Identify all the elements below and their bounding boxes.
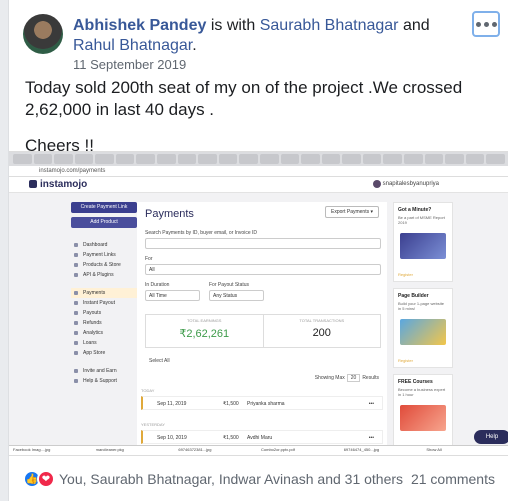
promo-image <box>400 233 446 259</box>
total-earnings-value: ₹2,62,261 <box>179 328 230 340</box>
post-text-line: Today sold 200th seat of my on of the pr… <box>25 78 463 119</box>
transaction-row: Sep 10, 2019 ₹1,500 Avdhi Maru ••• <box>141 430 383 444</box>
payout-status-select: Any Status <box>209 290 264 301</box>
search-label: Search Payments by ID, buyer email, or I… <box>145 230 257 236</box>
promo-card: FREE Courses Become a business expert in… <box>393 374 453 454</box>
for-label: For <box>145 256 153 262</box>
search-field <box>145 238 381 249</box>
instamojo-logo: instamojo <box>29 179 87 190</box>
header-tail: . <box>192 37 197 54</box>
duration-label: In Duration <box>145 282 170 288</box>
total-transactions-value: 200 <box>312 327 331 339</box>
export-payments-button: Export Payments ▾ <box>325 206 379 218</box>
dot-icon <box>475 21 481 27</box>
stats-box: TOTAL EARNINGS ₹2,62,261 TOTAL TRANSACTI… <box>145 314 381 348</box>
post-date[interactable]: 11 September 2019 <box>73 57 186 72</box>
payments-title: Payments <box>145 208 194 220</box>
browser-url-bar: instamojo.com/payments <box>9 166 508 177</box>
reactions-text[interactable]: You, Saurabh Bhatnagar, Indwar Avinash a… <box>59 471 403 487</box>
sidebar-item: Products & Store <box>71 260 137 270</box>
sidebar-item: API & Plugins <box>71 270 137 280</box>
post-card: Abhishek Pandey is with Saurabh Bhatnaga… <box>8 0 508 501</box>
love-icon: ❤ <box>37 470 55 488</box>
sidebar-item: Payouts <box>71 308 137 318</box>
browser-tab-bar <box>9 152 508 166</box>
promo-card: Page Builder Build your 1-page website i… <box>393 288 453 368</box>
more-options-button[interactable] <box>472 11 500 37</box>
sidebar-item: Payment Links <box>71 250 137 260</box>
showing-max: Showing Max 20 Results <box>314 374 379 382</box>
sidebar-item: Refunds <box>71 318 137 328</box>
and-text: and <box>398 17 430 34</box>
dot-icon <box>483 21 489 27</box>
sidebar-item: App Store <box>71 348 137 358</box>
reactions-summary[interactable]: 👍 ❤ You, Saurabh Bhatnagar, Indwar Avina… <box>23 470 403 488</box>
dot-icon <box>491 21 497 27</box>
sidebar-item: Loans <box>71 338 137 348</box>
author-name-link[interactable]: Abhishek Pandey <box>73 17 206 34</box>
help-button: Help <box>474 430 508 444</box>
group-label-today: TODAY <box>141 388 155 393</box>
promo-image <box>400 319 446 345</box>
promo-column: Got a Minute? Be a part of MSME Report 2… <box>393 202 453 455</box>
sidebar-item: Instant Payout <box>71 298 137 308</box>
attached-screenshot[interactable]: instamojo.com/payments instamojo snapita… <box>9 151 508 456</box>
tagged-user-link-1[interactable]: Saurabh Bhatnagar <box>260 17 399 34</box>
promo-card: Got a Minute? Be a part of MSME Report 2… <box>393 202 453 282</box>
create-payment-link-button: Create Payment Link <box>71 202 137 213</box>
total-earnings: TOTAL EARNINGS ₹2,62,261 <box>146 315 263 347</box>
app-header: instamojo snapitalesbyanupriya <box>9 177 508 193</box>
payout-status-label: For Payout Status <box>209 282 250 288</box>
duration-select: All Time <box>145 290 200 301</box>
for-select: All <box>145 264 381 275</box>
user-avatar <box>373 180 381 188</box>
select-all: Select All <box>149 358 170 364</box>
sidebar-item-payments: Payments <box>71 288 137 298</box>
sidebar-item: Help & Support <box>71 376 137 386</box>
author-avatar[interactable] <box>23 14 63 54</box>
sidebar-item: Invite and Earn <box>71 366 137 376</box>
tagged-user-link-2[interactable]: Rahul Bhatnagar <box>73 37 192 54</box>
add-product-button: Add Product <box>71 217 137 228</box>
payments-panel: Payments Export Payments ▾ Search Paymen… <box>137 202 387 455</box>
total-transactions: TOTAL TRANSACTIONS 200 <box>262 315 381 347</box>
with-text: is with <box>206 17 260 34</box>
app-sidebar: Create Payment Link Add Product Dashboar… <box>71 202 137 386</box>
transaction-row: Sep 11, 2019 ₹1,500 Priyanka sharma ••• <box>141 396 383 410</box>
user-name: snapitalesbyanupriya <box>382 181 439 187</box>
graduation-cap-image <box>400 405 446 431</box>
downloads-bar: Facebook Imag....jpg marcileaner.pkg 697… <box>9 445 508 455</box>
post-header: Abhishek Pandey is with Saurabh Bhatnaga… <box>73 16 453 56</box>
sidebar-item: Analytics <box>71 328 137 338</box>
group-label-yesterday: YESTERDAY <box>141 422 165 427</box>
comments-count[interactable]: 21 comments <box>411 471 495 487</box>
sidebar-item: Dashboard <box>71 240 137 250</box>
